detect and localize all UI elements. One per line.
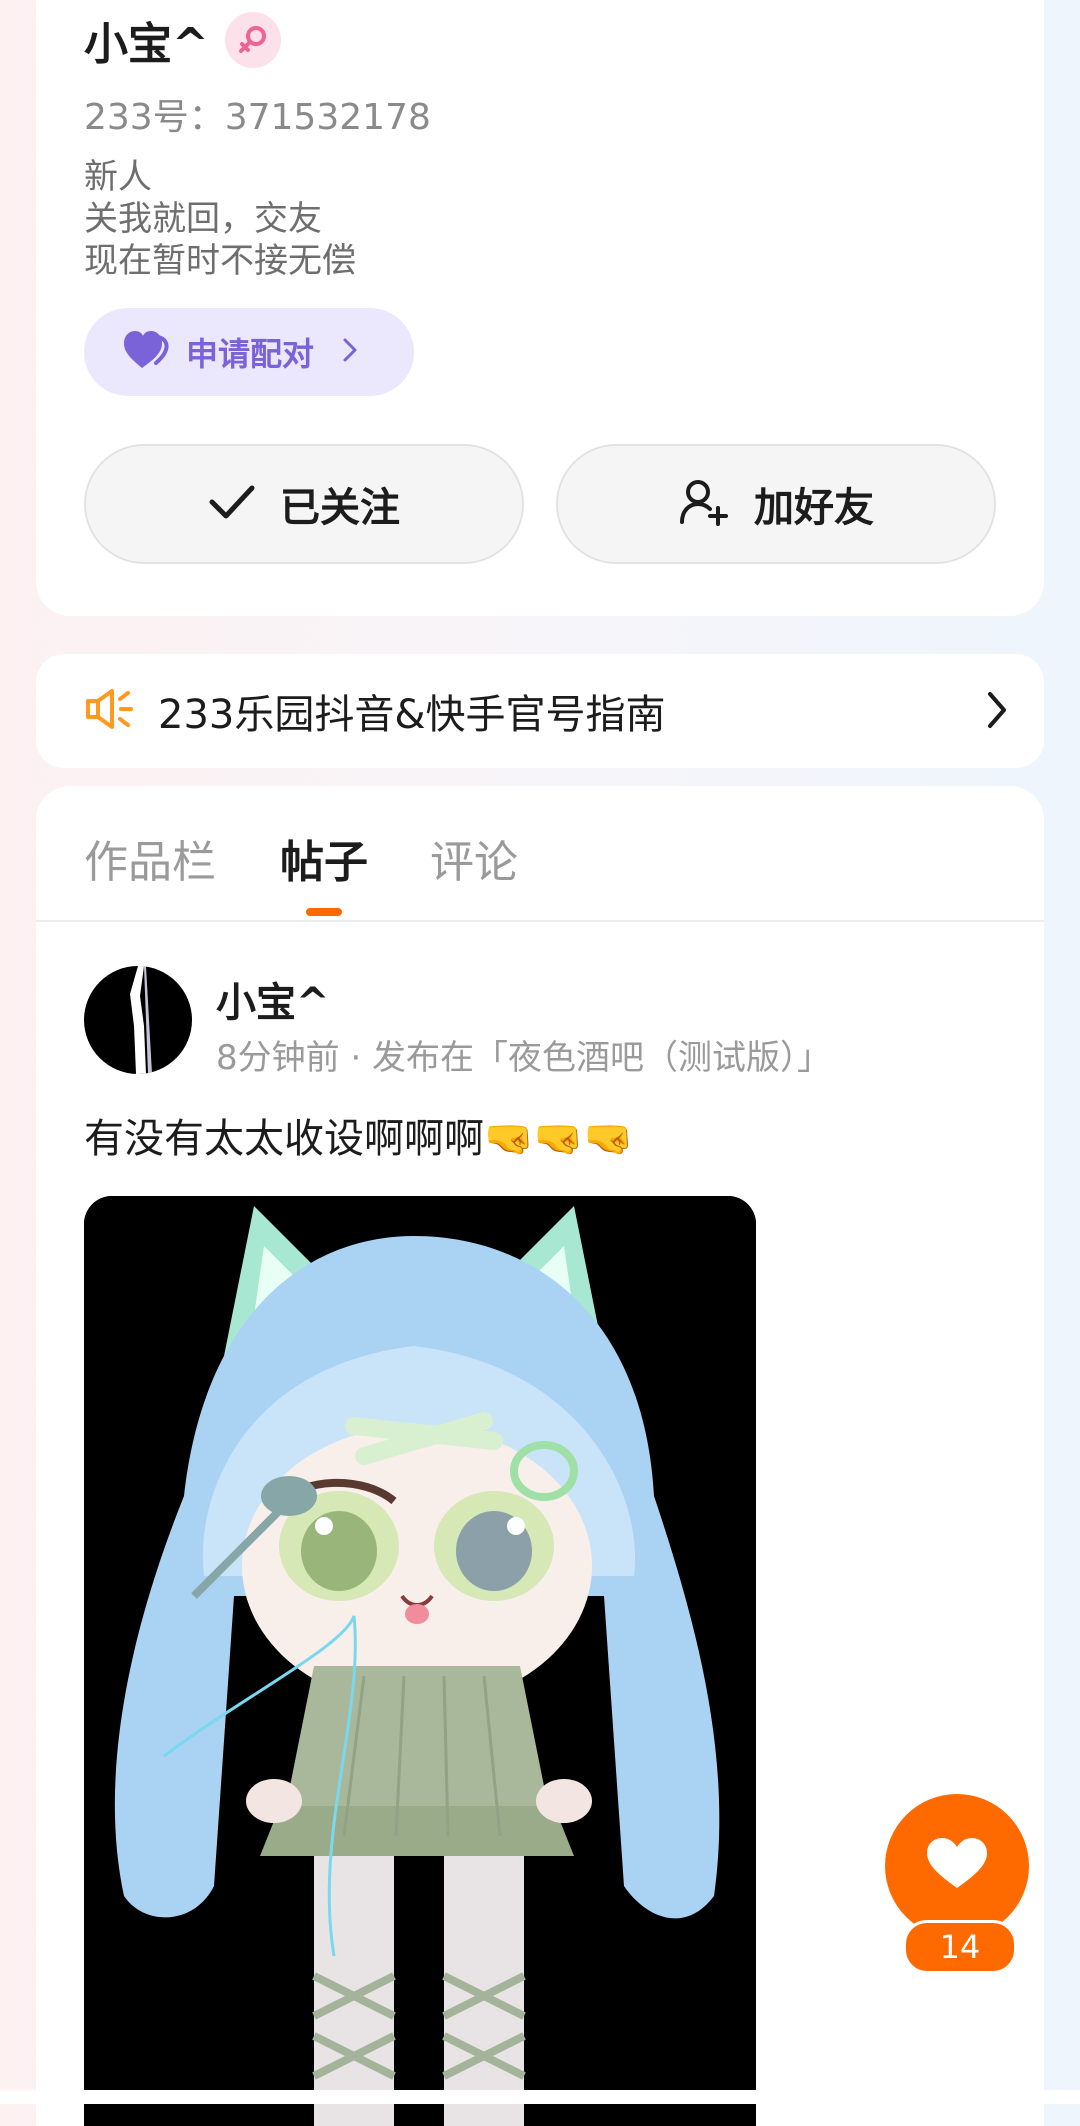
bio-line: 现在暂时不接无偿 <box>84 241 356 281</box>
add-friend-button[interactable]: 加好友 <box>556 444 996 564</box>
bio-line: 关我就回，交友 <box>84 199 322 239</box>
tab-bar: 作品栏 帖子 评论 <box>36 786 1044 922</box>
tab-works[interactable]: 作品栏 <box>84 826 216 890</box>
post-text: 有没有太太收设啊啊啊🤜🤜🤜 <box>84 1106 633 1164</box>
chevron-right-icon <box>342 337 358 367</box>
like-count: 14 <box>903 1920 1017 1974</box>
content-card: 作品栏 帖子 评论 小宝^ 8分钟前 · 发布在「夜色酒吧（测试版）」 有没有太… <box>36 786 1044 2126</box>
pair-request-label: 申请配对 <box>186 335 315 373</box>
user-id: 233号：371532178 <box>84 97 431 138</box>
bio-line: 新人 <box>84 157 152 197</box>
follow-label: 已关注 <box>280 485 400 531</box>
profile-card: 小宝^ 233号：371532178 新人 关我就回，交友 现在暂时不接无偿 申… <box>36 0 1044 616</box>
heart-icon <box>124 330 170 374</box>
chevron-right-icon <box>986 690 1008 734</box>
profile-name: 小宝^ <box>84 19 209 70</box>
bottom-edge <box>0 2090 1080 2104</box>
check-icon <box>208 482 256 526</box>
name-row: 小宝^ <box>84 8 281 72</box>
tab-posts[interactable]: 帖子 <box>280 826 368 890</box>
like-button[interactable] <box>885 1794 1029 1938</box>
add-friend-label: 加好友 <box>754 485 874 531</box>
heart-icon <box>925 1836 989 1896</box>
notice-banner[interactable]: 233乐园抖音&快手官号指南 <box>36 654 1044 768</box>
tab-indicator <box>306 908 342 916</box>
post-author[interactable]: 小宝^ <box>216 970 330 1028</box>
post-meta: 8分钟前 · 发布在「夜色酒吧（测试版）」 <box>216 1038 832 1078</box>
follow-button[interactable]: 已关注 <box>84 444 524 564</box>
post-text-body: 有没有太太收设啊啊啊 <box>84 1116 484 1162</box>
bio: 新人 关我就回，交友 现在暂时不接无偿 <box>84 156 356 282</box>
avatar[interactable] <box>84 966 192 1074</box>
female-icon <box>224 12 281 68</box>
notice-text: 233乐园抖音&快手官号指南 <box>158 692 666 738</box>
pair-request-button[interactable]: 申请配对 <box>84 308 414 396</box>
tab-comments[interactable]: 评论 <box>430 826 518 890</box>
megaphone-icon <box>84 687 134 735</box>
fist-emoji: 🤜🤜🤜 <box>484 1116 634 1162</box>
post-image[interactable] <box>84 1196 756 2126</box>
add-user-icon <box>678 476 730 532</box>
